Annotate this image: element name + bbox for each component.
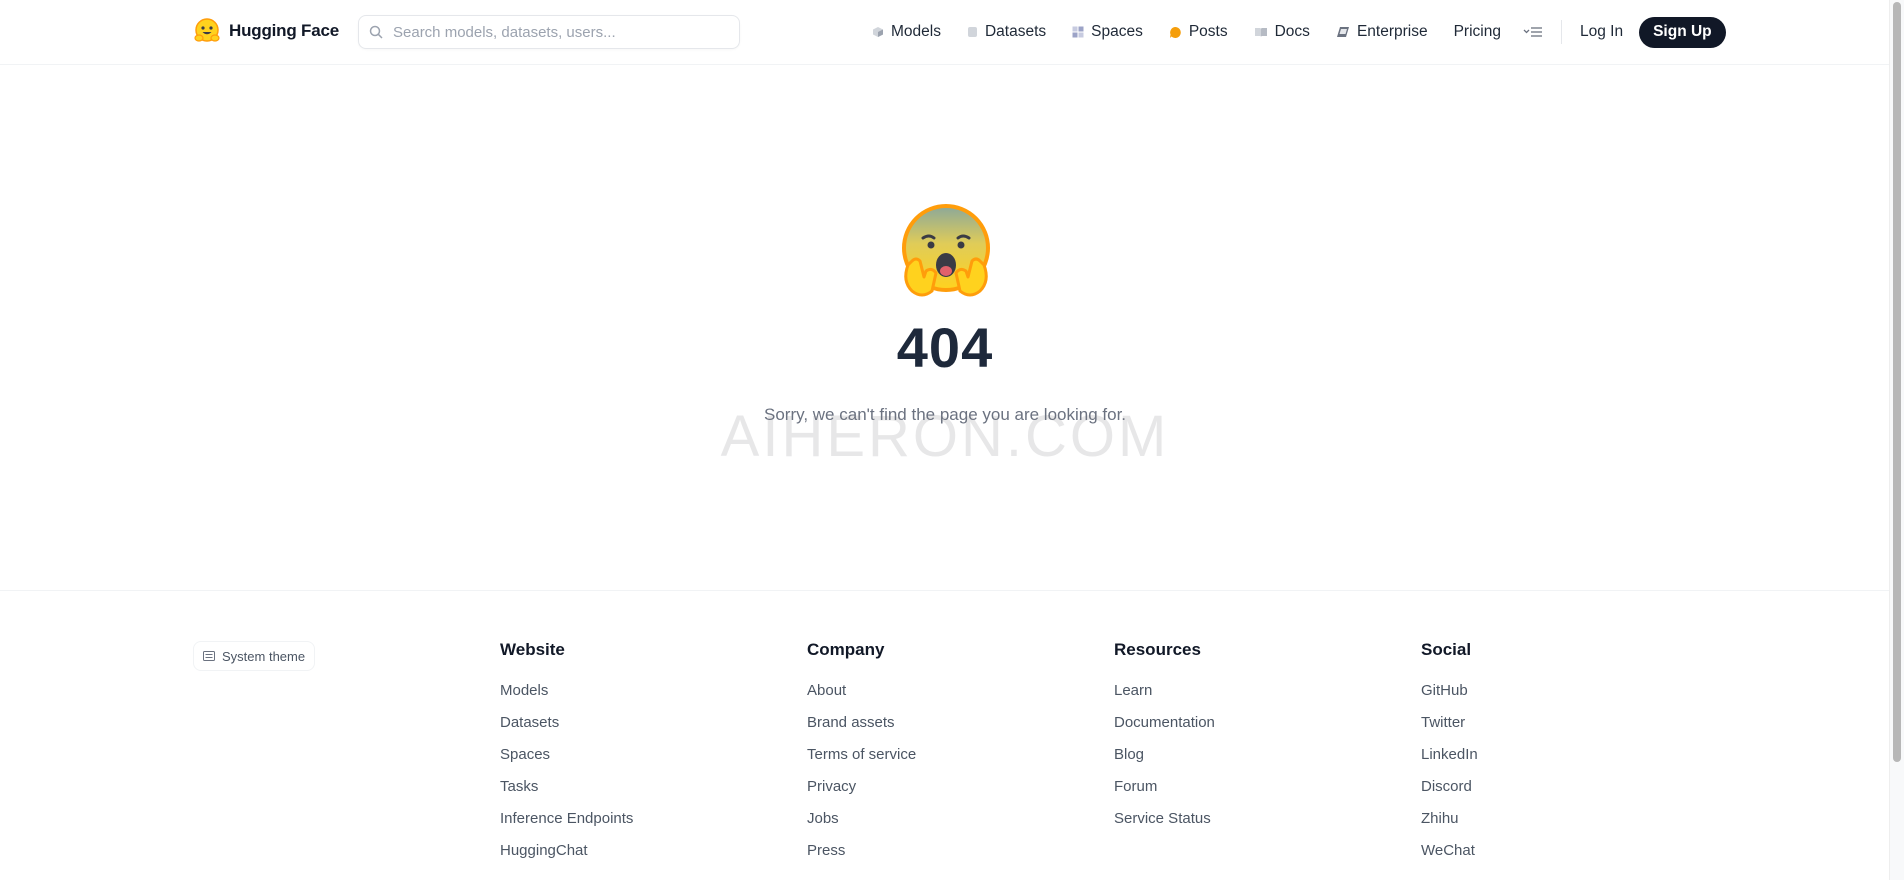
footer-link-forum[interactable]: Forum [1114, 778, 1215, 810]
hugging-face-logo-icon [194, 18, 220, 42]
datasets-db-icon [967, 27, 977, 37]
nav-posts[interactable]: Posts [1169, 23, 1228, 41]
footer-column-title: Company [807, 640, 885, 659]
footer-link-wechat[interactable]: WeChat [1421, 842, 1478, 874]
nav-pricing[interactable]: Pricing [1454, 23, 1501, 41]
search-input[interactable] [391, 22, 739, 42]
nav-datasets-label: Datasets [984, 23, 1047, 40]
nav-divider [1560, 20, 1562, 44]
footer-column-social: Social GitHub Twitter LinkedIn Discord Z… [1421, 640, 1478, 874]
posts-bubble-icon [1169, 26, 1181, 38]
scrollbar-thumb[interactable] [1893, 2, 1901, 762]
brand-name: Hugging Face [229, 21, 339, 40]
footer-link-discord[interactable]: Discord [1421, 778, 1478, 810]
footer-column-resources: Resources Learn Documentation Blog Forum… [1114, 640, 1215, 842]
more-menu-icon [1523, 27, 1542, 37]
error-message: Sorry, we can't find the page you are lo… [763, 405, 1127, 424]
footer-link-brand-assets[interactable]: Brand assets [807, 714, 916, 746]
footer-link-terms[interactable]: Terms of service [807, 746, 916, 778]
footer-link-inference-endpoints[interactable]: Inference Endpoints [500, 810, 633, 842]
nav-enterprise[interactable]: Enterprise [1336, 23, 1428, 41]
nav-models-label: Models [891, 23, 941, 40]
footer-link-github[interactable]: GitHub [1421, 682, 1478, 714]
error-content: 404 Sorry, we can't find the page you ar… [0, 65, 1890, 589]
footer-link-spaces[interactable]: Spaces [500, 746, 633, 778]
search-box[interactable] [358, 15, 740, 49]
footer-link-linkedin[interactable]: LinkedIn [1421, 746, 1478, 778]
footer-link-about[interactable]: About [807, 682, 916, 714]
site-header: Hugging Face Models Datasets [0, 0, 1890, 65]
footer-link-jobs[interactable]: Jobs [807, 810, 916, 842]
nav-pricing-label: Pricing [1453, 23, 1501, 40]
login-link[interactable]: Log In [1580, 23, 1623, 41]
footer-link-huggingchat[interactable]: HuggingChat [500, 842, 633, 874]
footer-link-tasks[interactable]: Tasks [500, 778, 633, 810]
main-nav: Models Datasets Spaces Posts Docs Enterp… [872, 15, 1726, 49]
nav-docs[interactable]: Docs [1254, 23, 1310, 41]
footer-link-press[interactable]: Press [807, 842, 916, 874]
nav-models[interactable]: Models [872, 23, 941, 41]
theme-icon [203, 651, 215, 661]
footer-link-twitter[interactable]: Twitter [1421, 714, 1478, 746]
footer-link-learn[interactable]: Learn [1114, 682, 1215, 714]
footer-link-blog[interactable]: Blog [1114, 746, 1215, 778]
footer-link-models[interactable]: Models [500, 682, 633, 714]
docs-book-icon [1254, 27, 1267, 37]
nav-spaces-label: Spaces [1091, 23, 1143, 40]
site-footer: System theme Website Models Datasets Spa… [0, 590, 1890, 881]
footer-link-datasets[interactable]: Datasets [500, 714, 633, 746]
nav-docs-label: Docs [1274, 23, 1310, 40]
footer-link-privacy[interactable]: Privacy [807, 778, 916, 810]
enterprise-icon [1336, 27, 1349, 37]
search-icon [369, 25, 383, 39]
logo-link[interactable]: Hugging Face [193, 17, 339, 45]
footer-column-website: Website Models Datasets Spaces Tasks Inf… [500, 640, 633, 874]
footer-column-title: Resources [1114, 640, 1201, 659]
nav-posts-label: Posts [1188, 23, 1228, 40]
nav-datasets[interactable]: Datasets [967, 23, 1046, 41]
theme-toggle-label: System theme [222, 648, 306, 664]
nav-enterprise-label: Enterprise [1356, 23, 1428, 40]
footer-link-zhihu[interactable]: Zhihu [1421, 810, 1478, 842]
scared-hugging-face-emoji-icon [902, 204, 990, 297]
footer-link-service-status[interactable]: Service Status [1114, 810, 1215, 842]
models-cube-icon [873, 27, 883, 37]
footer-column-company: Company About Brand assets Terms of serv… [807, 640, 916, 874]
nav-more-menu[interactable] [1523, 26, 1543, 38]
spaces-grid-icon [1072, 26, 1084, 38]
theme-toggle-button[interactable]: System theme [193, 641, 316, 671]
signup-button[interactable]: Sign Up [1639, 16, 1726, 48]
footer-column-title: Website [500, 640, 565, 659]
footer-column-title: Social [1421, 640, 1472, 659]
page-scrollbar[interactable] [1889, 0, 1904, 880]
error-code: 404 [896, 316, 994, 379]
nav-spaces[interactable]: Spaces [1072, 23, 1143, 41]
footer-link-documentation[interactable]: Documentation [1114, 714, 1215, 746]
